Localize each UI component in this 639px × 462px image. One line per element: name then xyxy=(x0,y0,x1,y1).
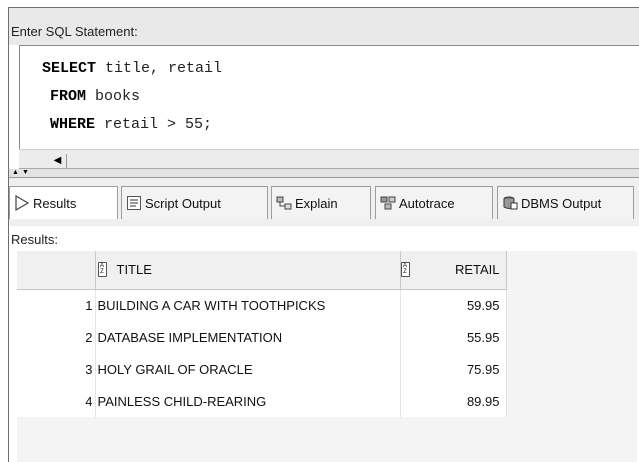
autotrace-icon xyxy=(380,195,396,211)
play-triangle-icon xyxy=(14,194,30,212)
row-number: 1 xyxy=(17,289,96,321)
cell-retail[interactable]: 55.95 xyxy=(400,321,507,353)
column-header-label: RETAIL xyxy=(454,262,500,278)
sql-text: books xyxy=(86,88,141,105)
script-output-icon xyxy=(126,195,142,211)
sql-keyword: WHERE xyxy=(50,116,96,133)
tab-label: Explain xyxy=(295,195,338,211)
cell-title[interactable]: PAINLESS CHILD-REARING xyxy=(95,385,401,417)
tab-explain[interactable]: Explain xyxy=(271,186,371,219)
tab-label: Results xyxy=(33,195,77,211)
table-row[interactable]: 4 PAINLESS CHILD-REARING 89.95 xyxy=(17,385,507,417)
split-down-icon[interactable]: ▼ xyxy=(22,169,29,176)
cell-title[interactable]: HOLY GRAIL OF ORACLE xyxy=(95,353,401,385)
table-row[interactable]: 2 DATABASE IMPLEMENTATION 55.95 xyxy=(17,321,507,353)
sql-text: title, retail xyxy=(96,60,223,77)
sql-line-from[interactable]: FROM books xyxy=(50,88,140,105)
cell-title[interactable]: BUILDING A CAR WITH TOOTHPICKS xyxy=(95,289,401,321)
row-number: 4 xyxy=(17,385,96,417)
results-label: Results: xyxy=(11,232,58,247)
sql-worksheet: Enter SQL Statement: SELECT title, retai… xyxy=(8,7,639,462)
tab-autotrace[interactable]: Autotrace xyxy=(375,186,493,219)
split-up-icon[interactable]: ▲ xyxy=(12,169,19,176)
cell-retail[interactable]: 59.95 xyxy=(400,289,507,321)
tab-label: Script Output xyxy=(145,195,221,211)
output-tabs: Results Script Output Explain Autotrace … xyxy=(9,178,639,226)
row-number: 2 xyxy=(17,321,96,353)
tab-label: Autotrace xyxy=(399,195,455,211)
table-row[interactable]: 1 BUILDING A CAR WITH TOOTHPICKS 59.95 xyxy=(17,289,507,321)
tab-script-output[interactable]: Script Output xyxy=(121,186,268,219)
panel-splitter[interactable]: ▲ ▼ xyxy=(9,169,639,178)
cell-retail[interactable]: 75.95 xyxy=(400,353,507,385)
cell-title[interactable]: DATABASE IMPLEMENTATION xyxy=(95,321,401,353)
column-header-label: TITLE xyxy=(116,262,152,278)
sort-icon[interactable]: AZ xyxy=(400,262,410,278)
column-header-title[interactable]: AZ TITLE xyxy=(95,251,401,290)
tab-label: DBMS Output xyxy=(521,195,602,211)
tab-dbms-output[interactable]: DBMS Output xyxy=(497,186,634,219)
results-grid: AZ TITLE AZ RETAIL 1 BUILDING A CAR WITH… xyxy=(17,251,507,417)
column-header-retail[interactable]: AZ RETAIL xyxy=(400,251,507,290)
sql-header-bar: Enter SQL Statement: xyxy=(9,8,639,45)
tab-results[interactable]: Results xyxy=(9,186,118,219)
row-number-header xyxy=(17,251,96,290)
sql-editor[interactable]: SELECT title, retail FROM books WHERE re… xyxy=(19,45,639,149)
sql-header-label: Enter SQL Statement: xyxy=(11,24,138,39)
scroll-left-icon[interactable]: ◀ xyxy=(49,154,67,168)
editor-horizontal-scrollbar[interactable]: ◀ xyxy=(19,149,639,169)
sql-text: retail > 55; xyxy=(95,116,213,133)
sql-line-select[interactable]: SELECT title, retail xyxy=(42,60,222,77)
table-row[interactable]: 3 HOLY GRAIL OF ORACLE 75.95 xyxy=(17,353,507,385)
grid-header-row: AZ TITLE AZ RETAIL xyxy=(17,251,507,290)
sql-line-where[interactable]: WHERE retail > 55; xyxy=(50,116,212,133)
dbms-output-icon xyxy=(502,195,518,211)
sql-keyword: FROM xyxy=(50,88,87,105)
sort-icon[interactable]: AZ xyxy=(97,262,107,278)
sql-keyword: SELECT xyxy=(42,60,97,77)
row-number: 3 xyxy=(17,353,96,385)
explain-plan-icon xyxy=(276,195,292,211)
results-grid-area: AZ TITLE AZ RETAIL 1 BUILDING A CAR WITH… xyxy=(17,251,637,462)
cell-retail[interactable]: 89.95 xyxy=(400,385,507,417)
